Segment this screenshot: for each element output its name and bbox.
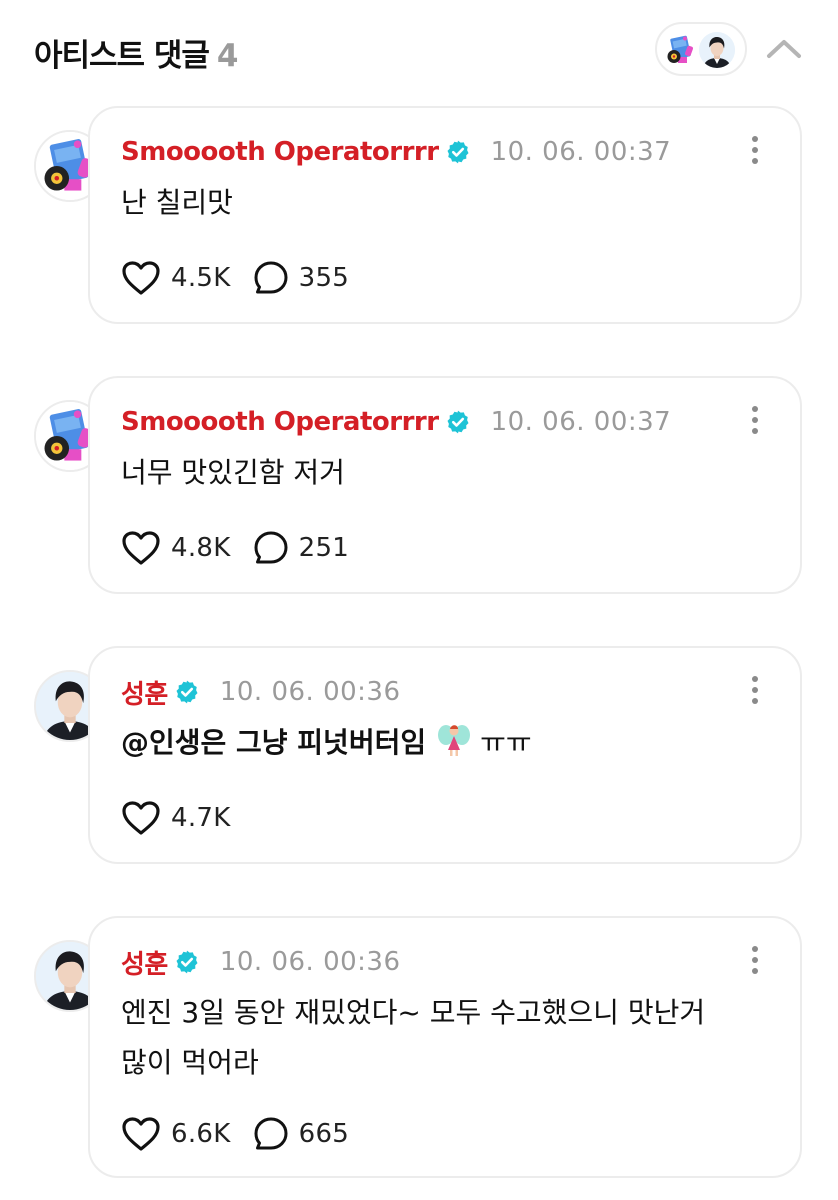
verified-badge-icon	[445, 139, 471, 165]
username[interactable]: Smooooth Operatorrrr	[121, 137, 439, 167]
username[interactable]: 성훈	[121, 674, 168, 711]
timestamp: 10. 06. 00:37	[490, 137, 672, 167]
more-vertical-icon[interactable]	[750, 946, 760, 976]
timestamp: 10. 06. 00:36	[219, 677, 401, 707]
comment-suffix: ㅠㅠ	[480, 726, 532, 759]
artist-comments-header: 아티스트 댓글 4	[0, 0, 838, 100]
comment-actions: 4.5K 355	[121, 258, 349, 298]
speech-bubble-icon[interactable]	[253, 530, 289, 566]
like-count: 6.6K	[171, 1119, 231, 1149]
comment-meta: Smooooth Operatorrrr 10. 06. 00:37	[121, 132, 671, 172]
comment-text-line: 엔진 3일 동안 재밌었다~ 모두 수고했으니 맛난거	[121, 996, 706, 1029]
comment-text: 난 칠리맛	[121, 186, 233, 219]
comment-meta: 성훈 10. 06. 00:36	[121, 672, 401, 712]
artist-avatar-mini-robot	[663, 32, 699, 68]
fairy-emoji-icon	[436, 722, 472, 758]
artist-avatar-mini-person	[699, 32, 735, 68]
comment-text: @인생은 그냥 피넛버터임 ㅠㅠ	[121, 718, 761, 768]
artist-avatars-pill[interactable]	[655, 22, 747, 76]
comment-text: 너무 맛있긴함 저거	[121, 456, 345, 489]
section-title: 아티스트 댓글 4	[34, 30, 238, 75]
username[interactable]: Smooooth Operatorrrr	[121, 407, 439, 437]
speech-bubble-icon[interactable]	[253, 260, 289, 296]
like-count: 4.5K	[171, 263, 231, 293]
reply-count[interactable]: 251	[299, 533, 350, 563]
comment-count: 4	[216, 38, 239, 74]
comment-card: Smooooth Operatorrrr 10. 06. 00:37 난 칠리맛…	[88, 106, 802, 324]
verified-badge-icon	[174, 679, 200, 705]
reply-count[interactable]: 665	[299, 1119, 350, 1149]
username[interactable]: 성훈	[121, 944, 168, 981]
comment-meta: 성훈 10. 06. 00:36	[121, 942, 401, 982]
mention-text[interactable]: @인생은 그냥 피넛버터임	[121, 726, 426, 759]
verified-badge-icon	[174, 949, 200, 975]
heart-icon[interactable]	[121, 800, 161, 836]
timestamp: 10. 06. 00:36	[219, 947, 401, 977]
comment-actions: 6.6K 665	[121, 1114, 349, 1154]
heart-icon[interactable]	[121, 1116, 161, 1152]
heart-icon[interactable]	[121, 530, 161, 566]
comment-actions: 4.7K	[121, 798, 231, 838]
speech-bubble-icon[interactable]	[253, 1116, 289, 1152]
like-count: 4.7K	[171, 803, 231, 833]
comment-actions: 4.8K 251	[121, 528, 349, 568]
more-vertical-icon[interactable]	[750, 406, 760, 436]
reply-count[interactable]: 355	[299, 263, 350, 293]
comment-text: 엔진 3일 동안 재밌었다~ 모두 수고했으니 맛난거 많이 먹어라	[121, 988, 761, 1088]
comment-card: 성훈 10. 06. 00:36 엔진 3일 동안 재밌었다~ 모두 수고했으니…	[88, 916, 802, 1178]
comment-card: Smooooth Operatorrrr 10. 06. 00:37 너무 맛있…	[88, 376, 802, 594]
comment-card: 성훈 10. 06. 00:36 @인생은 그냥 피넛버터임 ㅠㅠ 4.7K	[88, 646, 802, 864]
chevron-up-icon[interactable]	[764, 34, 804, 64]
timestamp: 10. 06. 00:37	[490, 407, 672, 437]
section-title-text: 아티스트 댓글	[34, 38, 210, 74]
comment-text-line: 많이 먹어라	[121, 1046, 259, 1079]
like-count: 4.8K	[171, 533, 231, 563]
more-vertical-icon[interactable]	[750, 136, 760, 166]
comment-meta: Smooooth Operatorrrr 10. 06. 00:37	[121, 402, 671, 442]
verified-badge-icon	[445, 409, 471, 435]
more-vertical-icon[interactable]	[750, 676, 760, 706]
heart-icon[interactable]	[121, 260, 161, 296]
